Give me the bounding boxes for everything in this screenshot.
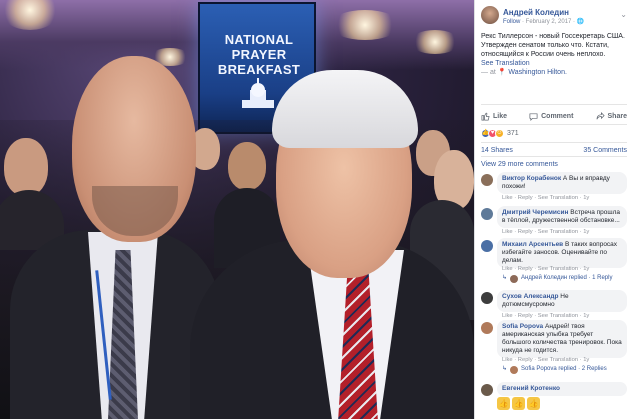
like-label: Like (493, 112, 508, 120)
commenter-avatar[interactable] (481, 322, 493, 334)
reply-arrow-icon: ↳ (502, 275, 508, 281)
replies-link[interactable]: ↳ Андрей Коледин replied · 1 Reply (502, 274, 612, 283)
commenter-avatar[interactable] (481, 384, 493, 396)
divider (481, 124, 627, 125)
post-sidebar: Андрей Коледин Follow · February 2, 2017… (474, 0, 630, 419)
replier-avatar (510, 274, 519, 283)
commenter-avatar[interactable] (481, 174, 493, 186)
comment-bubble: Михаил Арсентьев В таких вопросах избега… (497, 238, 627, 268)
post-body: Рекс Тиллерсон - новый Госсекретарь США.… (481, 32, 627, 77)
follow-link[interactable]: Follow (503, 19, 520, 25)
post-header: Андрей Коледин Follow · February 2, 2017… (481, 6, 627, 28)
comment-button[interactable]: Comment (529, 112, 573, 121)
globe-icon: 🌐 (576, 19, 585, 25)
thumbs-up-icon: 👍 (497, 397, 510, 410)
divider (481, 156, 627, 157)
share-button[interactable]: Share (596, 111, 627, 121)
reply-arrow-icon: ↳ (502, 366, 508, 372)
replies-link[interactable]: ↳ Sofia Popova replied · 2 Replies (502, 365, 607, 374)
haha-reaction-icon: ☺ (495, 128, 504, 138)
replies-label: Андрей Коледин replied · 1 Reply (521, 275, 613, 281)
post-photo[interactable]: NATIONAL PRAYER BREAKFAST (0, 0, 474, 419)
ceiling-light (410, 30, 460, 54)
background-person-head (4, 138, 48, 196)
commenter-name[interactable]: Михаил Арсентьев (502, 241, 563, 248)
comment-thumbs: 👍 👍 👍 (497, 397, 540, 410)
divider (481, 104, 627, 105)
replier-avatar (510, 365, 519, 374)
post-stats: 14 Shares 35 Comments (481, 146, 627, 155)
comment-bubble: Sofia Popova Андрей! твоя американская у… (497, 320, 627, 358)
checkin-line: — at 📍 Washington Hilton. (481, 68, 627, 77)
thumbs-up-icon: 👍 (512, 397, 525, 410)
commenter-name[interactable]: Дмитрий Черемисин (502, 209, 568, 216)
thumbs-up-icon (481, 112, 490, 120)
like-button[interactable]: Like (481, 112, 507, 121)
comment-actions[interactable]: Like · Reply · See Translation · 1y (502, 356, 589, 365)
post-actions: Like Comment Share (481, 108, 627, 124)
comment-bubble: Дмитрий Черемисин Встреча прошла в тёпло… (497, 206, 627, 228)
share-label: Share (607, 112, 627, 120)
author-name[interactable]: Андрей Коледин (503, 8, 569, 17)
checkin-prefix: — at (481, 69, 496, 76)
commenter-name[interactable]: Sofia Popova (502, 323, 543, 330)
commenter-avatar[interactable] (481, 292, 493, 304)
post-text: Рекс Тиллерсон - новый Госсекретарь США.… (481, 33, 625, 58)
comment-bubble: Евгений Кротенко (497, 382, 627, 396)
see-translation-link[interactable]: See Translation (481, 59, 627, 68)
capitol-icon (242, 78, 274, 108)
comment-bubble: Виктор Корабенок А Вы и вправду похожи! (497, 172, 627, 194)
comment-bubble: Сухов Александр Не дотюмсмусромно (497, 290, 627, 312)
commenter-name[interactable]: Сухов Александр (502, 293, 558, 300)
reactions-summary[interactable]: 👍 ♥ ☺ 371 (481, 128, 519, 138)
location-pin-icon: 📍 (497, 69, 507, 76)
chevron-down-icon[interactable]: ⌄ (620, 10, 627, 19)
commenter-name[interactable]: Виктор Корабенок (502, 175, 561, 182)
commenter-name[interactable]: Евгений Кротенко (502, 385, 560, 392)
comment-label: Comment (541, 112, 574, 120)
reaction-count: 371 (507, 129, 519, 137)
ceiling-light (330, 10, 400, 40)
divider (481, 142, 627, 143)
location-link[interactable]: Washington Hilton. (508, 69, 567, 76)
background-person-head (228, 142, 266, 190)
post-date[interactable]: · February 2, 2017 · (522, 19, 575, 25)
post-meta: Follow · February 2, 2017 · 🌐 (503, 18, 584, 27)
thumbs-up-icon: 👍 (527, 397, 540, 410)
event-screen-text: NATIONAL PRAYER BREAKFAST (217, 32, 301, 77)
replies-label: Sofia Popova replied · 2 Replies (521, 366, 607, 372)
view-more-comments-link[interactable]: View 29 more comments (481, 160, 558, 169)
commenter-avatar[interactable] (481, 208, 493, 220)
comments-link[interactable]: 35 Comments (583, 146, 627, 155)
comment-actions[interactable]: Like · Reply · See Translation · 1y (502, 228, 589, 237)
comment-icon (529, 112, 538, 121)
comment-actions[interactable]: Like · Reply · See Translation · 1y (502, 265, 589, 274)
commenter-avatar[interactable] (481, 240, 493, 252)
comment-actions[interactable]: Like · Reply · See Translation · 1y (502, 194, 589, 203)
share-icon (596, 111, 605, 119)
shares-link[interactable]: 14 Shares (481, 146, 513, 155)
author-avatar[interactable] (481, 6, 499, 24)
